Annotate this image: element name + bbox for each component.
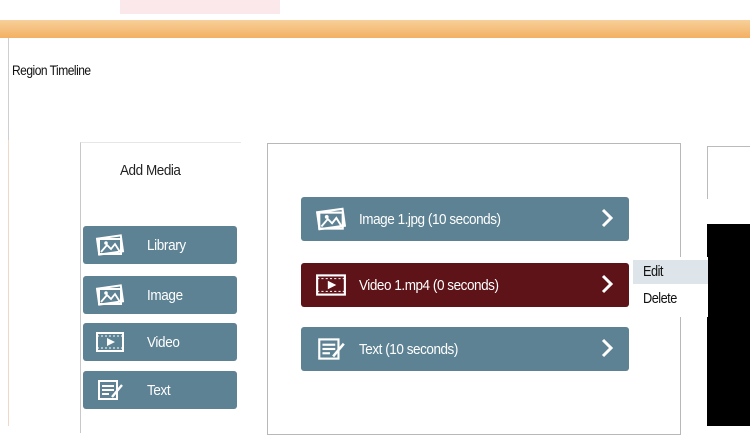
add-text-label: Text xyxy=(147,381,171,399)
add-media-title: Add Media xyxy=(120,162,181,179)
timeline-item-label: Text (10 seconds) xyxy=(359,340,458,358)
chevron-right-icon[interactable] xyxy=(601,208,613,228)
add-video-button[interactable]: Video xyxy=(83,323,237,361)
window-titlebar xyxy=(0,20,750,38)
image-icon xyxy=(95,234,125,256)
add-library-label: Library xyxy=(147,236,186,254)
text-edit-icon xyxy=(98,380,123,400)
timeline-item-image[interactable]: Image 1.jpg (10 seconds) xyxy=(301,197,629,241)
timeline-item-label: Video 1.mp4 (0 seconds) xyxy=(359,276,499,294)
timeline-item-label: Image 1.jpg (10 seconds) xyxy=(359,210,501,228)
image-icon xyxy=(95,284,125,306)
window-edge xyxy=(8,140,9,426)
image-icon xyxy=(315,207,347,231)
timeline-item-video[interactable]: Video 1.mp4 (0 seconds) xyxy=(301,263,629,307)
window-title: Region Timeline xyxy=(12,62,91,78)
background-strip xyxy=(0,0,750,20)
add-text-button[interactable]: Text xyxy=(83,371,237,409)
timeline-item-text[interactable]: Text (10 seconds) xyxy=(301,327,629,371)
menu-item-delete[interactable]: Delete xyxy=(633,287,708,311)
chevron-right-icon[interactable] xyxy=(601,338,613,358)
menu-item-edit[interactable]: Edit xyxy=(633,260,708,284)
add-library-button[interactable]: Library xyxy=(83,226,237,264)
context-menu: Edit Delete xyxy=(633,257,708,317)
video-icon xyxy=(96,332,124,352)
menu-item-edit-label: Edit xyxy=(643,263,663,280)
menu-item-delete-label: Delete xyxy=(643,290,677,307)
add-video-label: Video xyxy=(147,333,180,351)
chevron-right-icon[interactable] xyxy=(601,274,613,294)
add-image-label: Image xyxy=(147,286,183,304)
preview-panel xyxy=(707,146,750,199)
add-image-button[interactable]: Image xyxy=(83,276,237,314)
video-icon xyxy=(316,274,346,296)
background-decoration xyxy=(120,0,280,14)
text-edit-icon xyxy=(318,338,345,360)
preview-canvas xyxy=(707,224,750,426)
